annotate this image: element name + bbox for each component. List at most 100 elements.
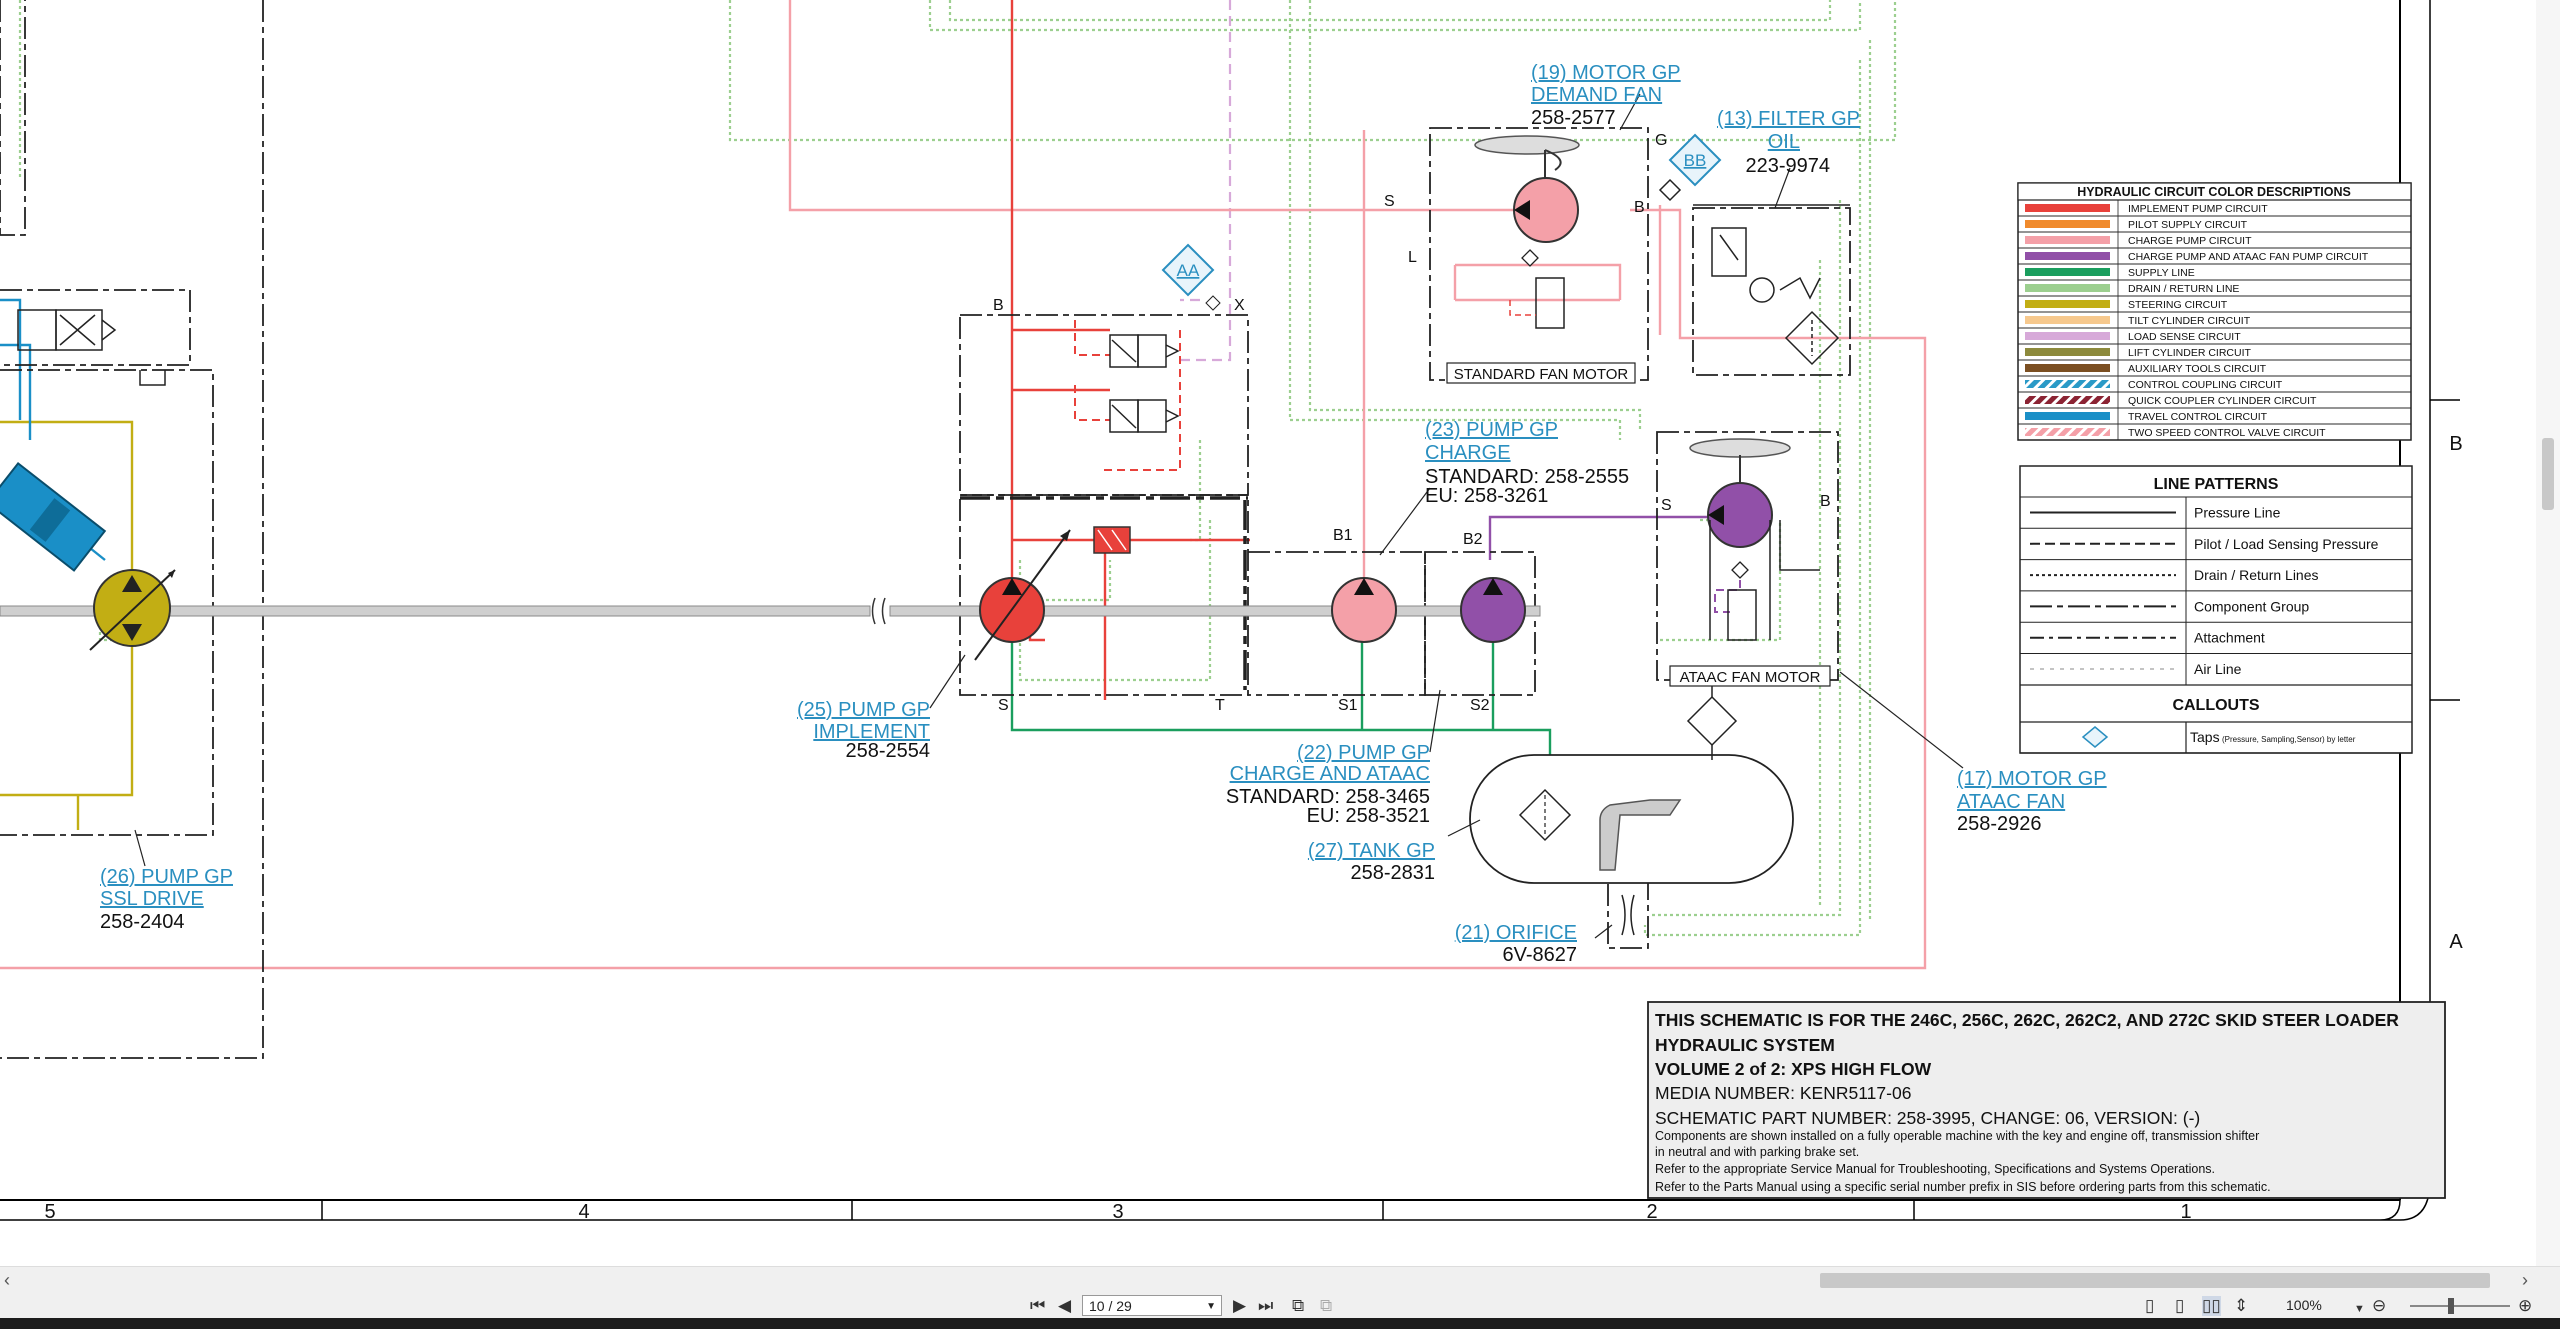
legend-color-swatch — [2025, 284, 2110, 292]
line-pattern-label: Component Group — [2194, 598, 2309, 614]
callout-filter-oil[interactable]: (13) FILTER GP OIL 223-9974 — [1717, 108, 1860, 177]
svg-text:(17) MOTOR GP: (17) MOTOR GP — [1957, 768, 2107, 790]
svg-text:(21) ORIFICE: (21) ORIFICE — [1455, 922, 1577, 944]
legend-color-label: TWO SPEED CONTROL VALVE CIRCUIT — [2128, 427, 2326, 439]
svg-text:ATAAC FAN: ATAAC FAN — [1957, 791, 2065, 813]
legend-color-label: PILOT SUPPLY CIRCUIT — [2128, 219, 2248, 231]
orifice-symbol — [1621, 894, 1635, 936]
horizontal-scrollbar[interactable]: ‹ › — [0, 1266, 2560, 1295]
charge-pump-symbol — [1331, 577, 1397, 643]
zoom-slider[interactable] — [2410, 1305, 2510, 1307]
tap-bb-icon[interactable]: BB — [1668, 133, 1722, 187]
legend-color-swatch — [2025, 300, 2110, 308]
line-pattern-label: Pressure Line — [2194, 505, 2281, 521]
ataac-lines — [1488, 515, 1710, 560]
svg-text:VOLUME 2 of 2: XPS HIGH FLOW: VOLUME 2 of 2: XPS HIGH FLOW — [1655, 1059, 1932, 1079]
svg-text:S: S — [1661, 497, 1672, 514]
svg-text:258-2554: 258-2554 — [845, 740, 930, 762]
legend-color-swatch — [2025, 316, 2110, 324]
viewer-toolbar: ⏮ ◀ 10 / 29 ▼ ▶ ⏭ ⧉ ⧉ ▯ ▯ ▯▯ ⇕ 100% ▼ ⊖ ⊕ — [0, 1294, 2560, 1318]
svg-text:STANDARD FAN MOTOR: STANDARD FAN MOTOR — [1454, 366, 1629, 383]
svg-text:S2: S2 — [1470, 697, 1490, 714]
svg-text:S: S — [1384, 193, 1395, 210]
previous-page-icon[interactable]: ◀ — [1058, 1296, 1071, 1316]
next-page-icon[interactable]: ▶ — [1233, 1296, 1246, 1316]
line-pattern-label: Drain / Return Lines — [2194, 567, 2319, 583]
legend-color-swatch — [2025, 364, 2110, 372]
svg-text:T: T — [1215, 697, 1225, 714]
legend-color-label: STEERING CIRCUIT — [2128, 299, 2228, 311]
svg-text:B: B — [2449, 433, 2462, 455]
zoom-in-icon[interactable]: ⊕ — [2518, 1296, 2532, 1316]
svg-text:SSL DRIVE: SSL DRIVE — [100, 888, 204, 910]
single-page-view-icon[interactable]: ▯ — [2145, 1296, 2154, 1316]
callouts-title: CALLOUTS — [2172, 697, 2259, 714]
svg-text:HYDRAULIC SYSTEM: HYDRAULIC SYSTEM — [1655, 1035, 1835, 1055]
svg-text:1: 1 — [2180, 1201, 2191, 1223]
callout-pump-implement[interactable]: (25) PUMP GP IMPLEMENT 258-2554 — [797, 699, 930, 762]
callout-orifice[interactable]: (21) ORIFICE 6V-8627 — [1455, 922, 1577, 966]
split-view-icon[interactable]: ⇕ — [2234, 1296, 2248, 1316]
svg-text:ATAAC FAN MOTOR: ATAAC FAN MOTOR — [1680, 669, 1821, 686]
ataac-fan-motor-label: ATAAC FAN MOTOR — [1669, 665, 1831, 687]
ataac-fan-motor-symbol — [1689, 438, 1820, 641]
implement-pilot-lines — [1074, 320, 1181, 471]
svg-text:Refer to the Parts Manual usin: Refer to the Parts Manual using a specif… — [1655, 1180, 2271, 1194]
color-legend: HYDRAULIC CIRCUIT COLOR DESCRIPTIONS IMP… — [2017, 182, 2412, 441]
legend-color-swatch — [2025, 204, 2110, 212]
hydraulic-tank-symbol — [1469, 680, 1794, 884]
svg-text:4: 4 — [578, 1201, 589, 1223]
svg-text:THIS SCHEMATIC IS FOR THE 246C: THIS SCHEMATIC IS FOR THE 246C, 256C, 26… — [1655, 1010, 2399, 1030]
callout-pump-charge-ataac[interactable]: (22) PUMP GP CHARGE AND ATAAC STANDARD: … — [1226, 742, 1430, 827]
tap-aa-label[interactable]: AA — [1177, 261, 1200, 280]
rotate-view-icon[interactable]: ⧉ — [1292, 1296, 1304, 1316]
legend-color-label: LIFT CYLINDER CIRCUIT — [2128, 347, 2251, 359]
svg-text:Refer to the appropriate Servi: Refer to the appropriate Service Manual … — [1655, 1162, 2215, 1176]
svg-text:(23) PUMP GP: (23) PUMP GP — [1425, 419, 1558, 441]
facing-view-icon[interactable]: ▯▯ — [2202, 1296, 2221, 1316]
horizontal-scroll-thumb[interactable] — [1820, 1273, 2490, 1288]
scroll-left-icon[interactable]: ‹ — [4, 1270, 10, 1291]
callout-motor-ataac[interactable]: (17) MOTOR GP ATAAC FAN 258-2926 — [1957, 768, 2107, 835]
line-pattern-label: Attachment — [2194, 630, 2265, 646]
taskbar-strip — [0, 1318, 2560, 1329]
line-patterns-legend: LINE PATTERNS Pressure Line Pilot / Load … — [2019, 465, 2413, 754]
first-page-icon[interactable]: ⏮ — [1030, 1296, 1045, 1316]
svg-text:223-9974: 223-9974 — [1745, 155, 1830, 177]
svg-text:(22) PUMP GP: (22) PUMP GP — [1297, 742, 1430, 764]
title-block: THIS SCHEMATIC IS FOR THE 246C, 256C, 26… — [1647, 1001, 2446, 1199]
svg-text:B2: B2 — [1463, 531, 1483, 548]
legend-color-label: DRAIN / RETURN LINE — [2128, 283, 2239, 295]
callout-tank[interactable]: (27) TANK GP 258-2831 — [1308, 840, 1435, 884]
zoom-slider-handle[interactable] — [2448, 1298, 2454, 1314]
page-number-input[interactable]: 10 / 29 ▼ — [1082, 1295, 1222, 1316]
legend-color-swatch — [2025, 380, 2110, 388]
vertical-scrollbar[interactable] — [2536, 0, 2560, 1266]
implement-valve-stack — [1109, 334, 1180, 433]
callout-pump-charge[interactable]: (23) PUMP GP CHARGE STANDARD: 258-2555 E… — [1425, 419, 1629, 507]
zoom-dropdown-icon[interactable]: ▼ — [2354, 1299, 2365, 1319]
zoom-out-icon[interactable]: ⊖ — [2372, 1296, 2386, 1316]
legend-color-label: LOAD SENSE CIRCUIT — [2128, 331, 2241, 343]
legend-color-label: CONTROL COUPLING CIRCUIT — [2128, 379, 2283, 391]
continuous-view-icon[interactable]: ▯ — [2175, 1296, 2184, 1316]
svg-text:258-2831: 258-2831 — [1350, 862, 1435, 884]
svg-text:6V-8627: 6V-8627 — [1502, 944, 1577, 966]
svg-text:S1: S1 — [1338, 697, 1358, 714]
two-page-icon[interactable]: ⧉ — [1320, 1296, 1332, 1316]
zoom-level[interactable]: 100% — [2286, 1297, 2322, 1313]
page-dropdown-icon[interactable]: ▼ — [1206, 1296, 1216, 1317]
svg-text:2: 2 — [1646, 1201, 1657, 1223]
scroll-right-icon[interactable]: › — [2522, 1270, 2528, 1291]
tap-bb-label[interactable]: BB — [1684, 151, 1707, 170]
line-pattern-label: Air Line — [2194, 661, 2242, 677]
svg-text:in neutral and with parking br: in neutral and with parking brake set. — [1655, 1145, 1859, 1159]
travel-valve-block — [17, 309, 166, 386]
callout-motor-demand-fan[interactable]: (19) MOTOR GP DEMAND FAN 258-2577 — [1531, 62, 1681, 129]
svg-text:EU: 258-3261: EU: 258-3261 — [1425, 485, 1548, 507]
callout-pump-ssl[interactable]: (26) PUMP GP SSL DRIVE 258-2404 — [100, 866, 233, 933]
legend-color-swatch — [2025, 332, 2110, 340]
vertical-scroll-thumb[interactable] — [2542, 438, 2554, 510]
last-page-icon[interactable]: ⏭ — [1258, 1296, 1273, 1316]
svg-text:CHARGE: CHARGE — [1425, 442, 1511, 464]
